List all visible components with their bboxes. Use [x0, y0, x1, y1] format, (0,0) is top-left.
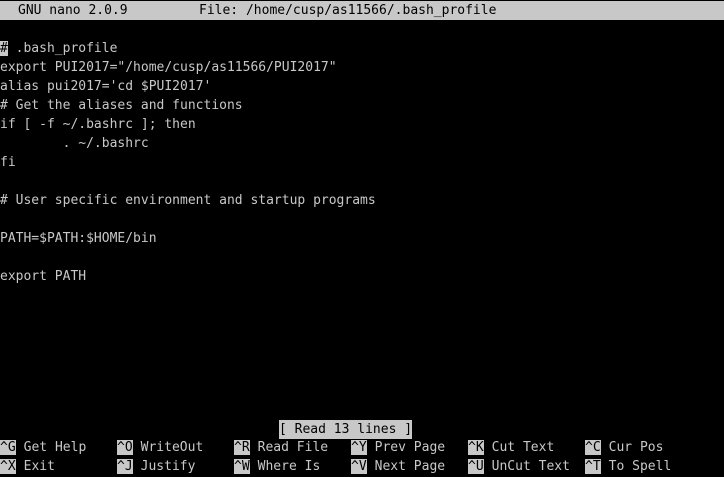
shortcut-read-file[interactable]: ^R Read File — [234, 438, 328, 457]
editor-line[interactable]: . ~/.bashrc — [0, 134, 149, 153]
editor-buffer[interactable]: # .bash_profile export PUI2017="/home/cu… — [0, 41, 724, 380]
nano-title-bar: GNU nano 2.0.9 File: /home/cusp/as11566/… — [0, 1, 724, 20]
shortcut-cut-text[interactable]: ^K Cut Text — [468, 438, 554, 457]
shortcut-uncut-text[interactable]: ^U UnCut Text — [468, 457, 570, 476]
shortcut-next-page[interactable]: ^V Next Page — [351, 457, 445, 476]
shortcut-to-spell[interactable]: ^T To Spell — [585, 457, 671, 476]
shortcut-row-2: ^X Exit ^J Justify ^W Where Is ^V Next Page … — [0, 457, 724, 476]
editor-line[interactable]: if [ -f ~/.bashrc ]; then — [0, 115, 196, 134]
shortcut-writeout[interactable]: ^O WriteOut — [117, 438, 203, 457]
editor-line[interactable]: PATH=$PATH:$HOME/bin — [0, 229, 157, 248]
text-cursor: # — [0, 41, 8, 56]
file-path: File: /home/cusp/as11566/.bash_profile — [199, 3, 497, 18]
shortcut-where-is[interactable]: ^W Where Is — [234, 457, 320, 476]
shortcut-exit[interactable]: ^X Exit — [0, 457, 55, 476]
shortcut-cur-pos[interactable]: ^C Cur Pos — [585, 438, 663, 457]
app-version: GNU nano 2.0.9 — [18, 3, 128, 18]
shortcut-get-help[interactable]: ^G Get Help — [0, 438, 86, 457]
editor-line[interactable]: # User specific environment and startup … — [0, 191, 376, 210]
editor-line[interactable]: alias pui2017='cd $PUI2017' — [0, 77, 211, 96]
shortcut-justify[interactable]: ^J Justify — [117, 457, 195, 476]
terminal-window: GNU nano 2.0.9 File: /home/cusp/as11566/… — [0, 0, 724, 477]
editor-line[interactable]: export PUI2017="/home/cusp/as11566/PUI20… — [0, 58, 337, 77]
editor-line[interactable]: export PATH — [0, 267, 86, 286]
shortcut-row-1: ^G Get Help ^O WriteOut ^R Read File ^Y Prev… — [0, 438, 724, 457]
shortcut-prev-page[interactable]: ^Y Prev Page — [351, 438, 445, 457]
editor-line[interactable]: # .bash_profile — [0, 39, 117, 58]
editor-line[interactable]: # Get the aliases and functions — [0, 96, 243, 115]
status-message: [ Read 13 lines ] — [279, 420, 413, 439]
editor-line[interactable]: fi — [0, 153, 16, 172]
